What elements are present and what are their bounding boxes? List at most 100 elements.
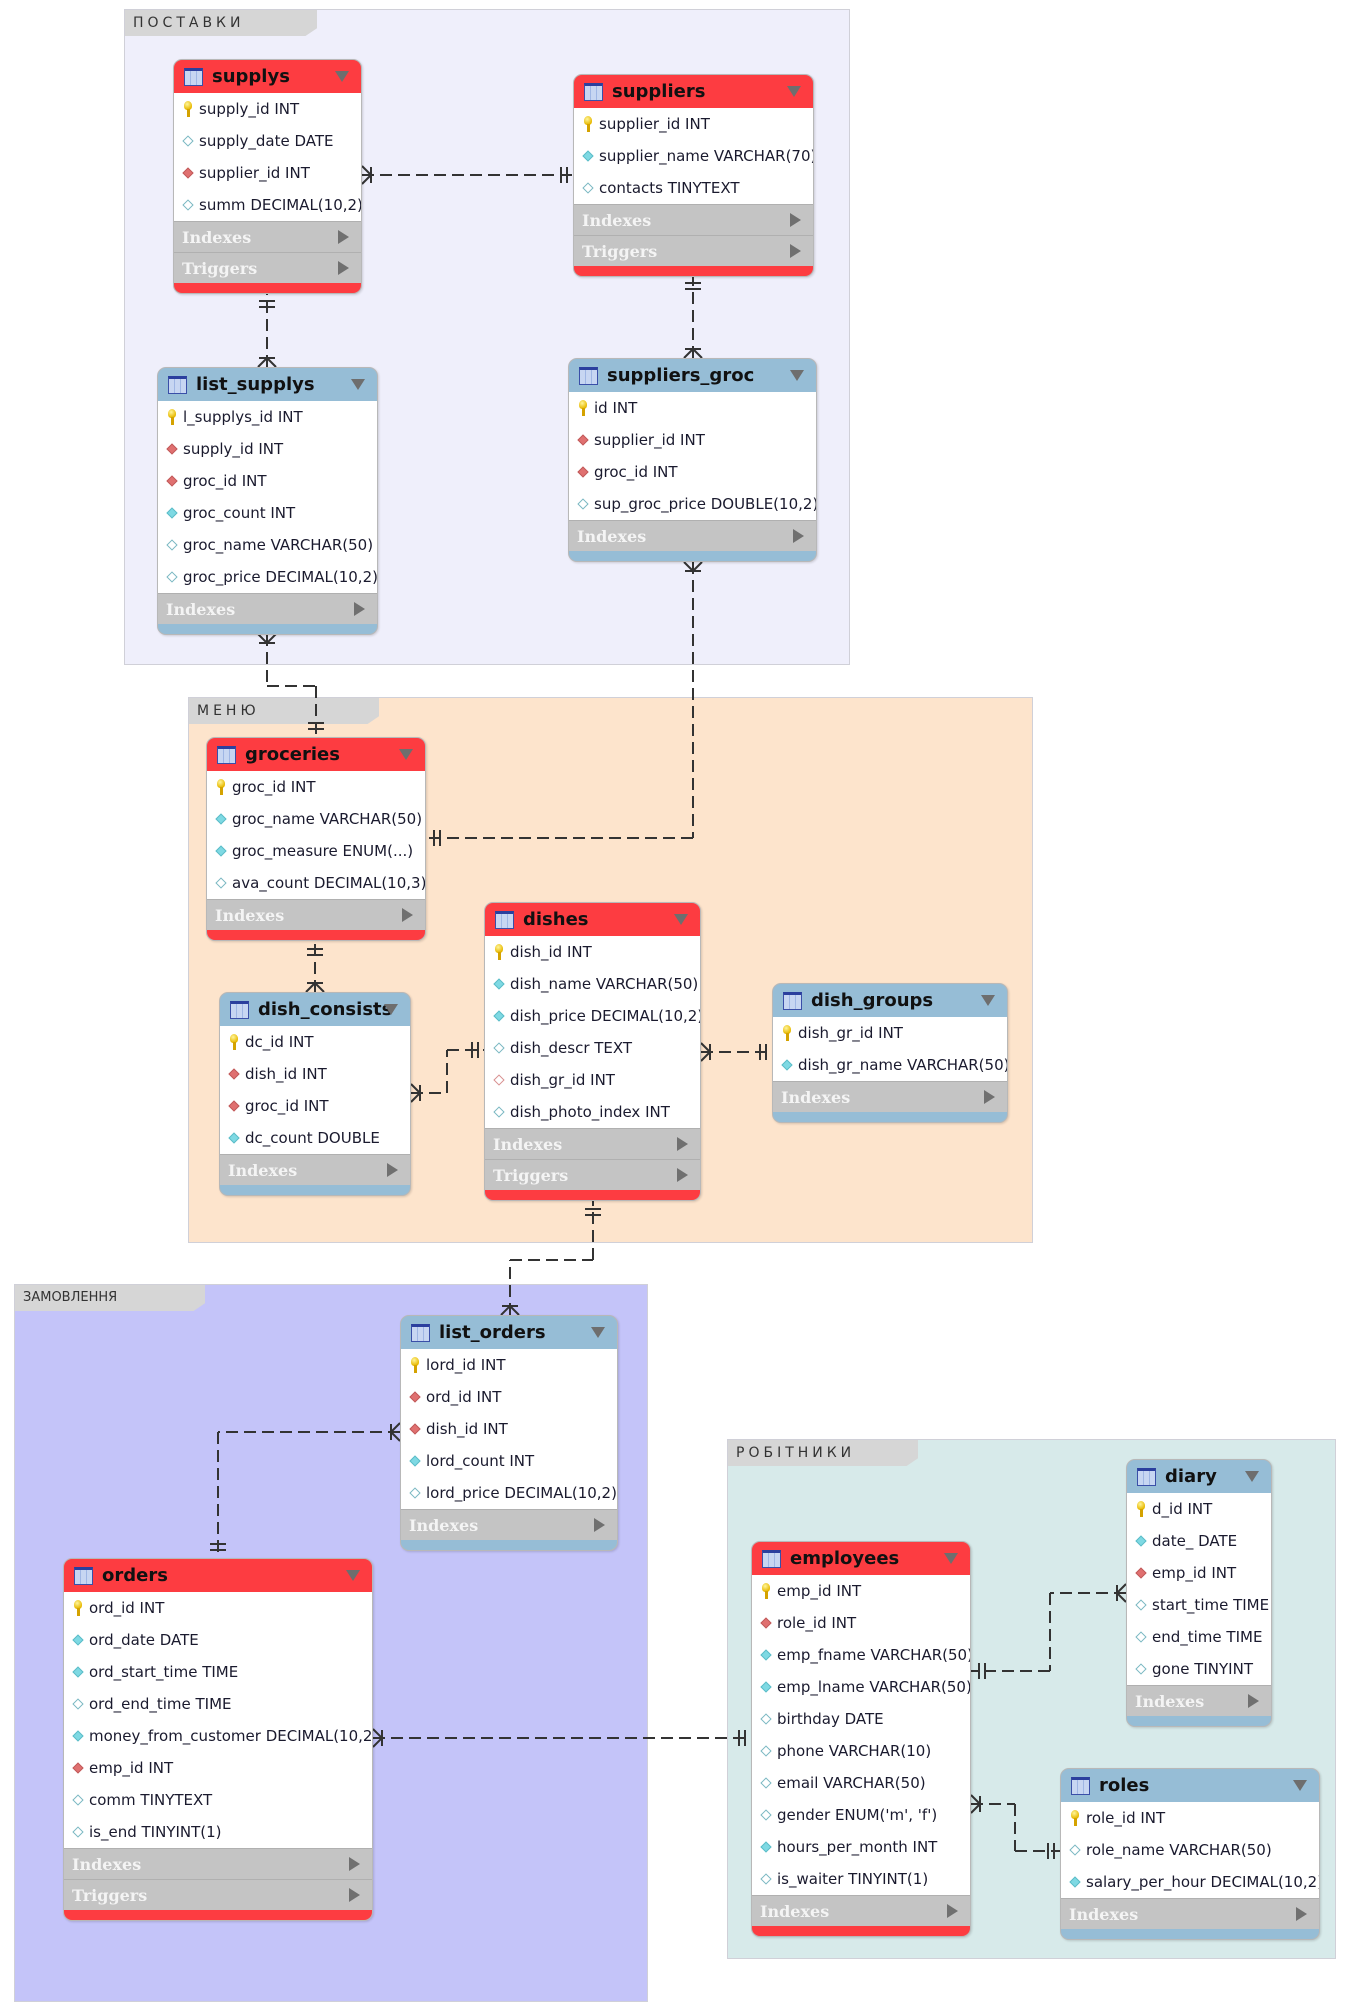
column-row[interactable]: dish_id INT xyxy=(485,936,700,968)
relationship-list-orders-to-dishes[interactable] xyxy=(500,1201,601,1316)
collapse-toggle-icon[interactable] xyxy=(1245,1471,1259,1482)
indexes-section[interactable]: Indexes xyxy=(569,520,816,551)
collapse-toggle-icon[interactable] xyxy=(399,749,413,760)
expand-arrow-icon[interactable] xyxy=(677,1168,688,1182)
expand-arrow-icon[interactable] xyxy=(947,1904,958,1918)
collapse-toggle-icon[interactable] xyxy=(346,1570,360,1581)
column-row[interactable]: dish_id INT xyxy=(220,1058,410,1090)
column-row[interactable]: money_from_customer DECIMAL(10,2) xyxy=(64,1720,372,1752)
entity-header[interactable]: suppliers_groc xyxy=(569,359,816,392)
entity-list-supplys[interactable]: list_supplys l_supplys_id INT supply_id IN… xyxy=(157,367,378,635)
column-row[interactable]: dish_photo_index INT xyxy=(485,1096,700,1128)
indexes-section[interactable]: Indexes xyxy=(207,899,425,930)
entity-employees[interactable]: employees emp_id INT role_id INT emp_fname … xyxy=(751,1541,971,1937)
expand-arrow-icon[interactable] xyxy=(387,1163,398,1177)
column-row[interactable]: end_time TIME xyxy=(1127,1621,1271,1653)
column-row[interactable]: id INT xyxy=(569,392,816,424)
indexes-section[interactable]: Indexes xyxy=(574,204,813,235)
expand-arrow-icon[interactable] xyxy=(1248,1694,1259,1708)
column-row[interactable]: lord_id INT xyxy=(401,1349,617,1381)
column-row[interactable]: dish_descr TEXT xyxy=(485,1032,700,1064)
column-row[interactable]: groc_id INT xyxy=(220,1090,410,1122)
column-row[interactable]: lord_price DECIMAL(10,2) xyxy=(401,1477,617,1509)
column-row[interactable]: emp_id INT xyxy=(752,1575,970,1607)
relationship-diary-to-employees[interactable] xyxy=(971,1583,1127,1679)
column-row[interactable]: hours_per_month INT xyxy=(752,1831,970,1863)
column-row[interactable]: ord_id INT xyxy=(64,1592,372,1624)
column-row[interactable]: groc_count INT xyxy=(158,497,377,529)
indexes-section[interactable]: Indexes xyxy=(158,593,377,624)
expand-arrow-icon[interactable] xyxy=(1296,1907,1307,1921)
relationship-list-orders-to-orders[interactable] xyxy=(210,1422,401,1558)
column-row[interactable]: supply_date DATE xyxy=(174,125,361,157)
column-row[interactable]: supplier_id INT xyxy=(569,424,816,456)
indexes-section[interactable]: Indexes xyxy=(1061,1898,1319,1929)
expand-arrow-icon[interactable] xyxy=(402,908,413,922)
column-row[interactable]: start_time TIME xyxy=(1127,1589,1271,1621)
entity-header[interactable]: employees xyxy=(752,1542,970,1575)
entity-header[interactable]: dish_consists xyxy=(220,993,410,1026)
column-row[interactable]: phone VARCHAR(10) xyxy=(752,1735,970,1767)
column-row[interactable]: ava_count DECIMAL(10,3) xyxy=(207,867,425,899)
column-row[interactable]: groc_name VARCHAR(50) xyxy=(207,803,425,835)
collapse-toggle-icon[interactable] xyxy=(335,71,349,82)
expand-arrow-icon[interactable] xyxy=(594,1518,605,1532)
expand-arrow-icon[interactable] xyxy=(354,602,365,616)
column-row[interactable]: groc_id INT xyxy=(207,771,425,803)
column-row[interactable]: emp_lname VARCHAR(50) xyxy=(752,1671,970,1703)
column-row[interactable]: supplier_id INT xyxy=(174,157,361,189)
entity-header[interactable]: dish_groups xyxy=(773,984,1007,1017)
collapse-toggle-icon[interactable] xyxy=(944,1553,958,1564)
expand-arrow-icon[interactable] xyxy=(349,1857,360,1871)
indexes-section[interactable]: Indexes xyxy=(485,1128,700,1159)
relationship-suppliers-groc-to-groceries[interactable] xyxy=(426,561,703,846)
relationship-list-supplys-to-supplys[interactable] xyxy=(257,293,277,368)
triggers-section[interactable]: Triggers xyxy=(64,1879,372,1910)
column-row[interactable]: dish_gr_id INT xyxy=(773,1017,1007,1049)
column-row[interactable]: dish_gr_name VARCHAR(50) xyxy=(773,1049,1007,1081)
column-row[interactable]: gone TINYINT xyxy=(1127,1653,1271,1685)
entity-header[interactable]: orders xyxy=(64,1559,372,1592)
triggers-section[interactable]: Triggers xyxy=(174,252,361,283)
expand-arrow-icon[interactable] xyxy=(338,261,349,275)
collapse-toggle-icon[interactable] xyxy=(981,995,995,1006)
entity-diary[interactable]: diary d_id INT date_ DATE emp_id INT start_t… xyxy=(1126,1459,1272,1727)
column-row[interactable]: role_name VARCHAR(50) xyxy=(1061,1834,1319,1866)
column-row[interactable]: dish_price DECIMAL(10,2) xyxy=(485,1000,700,1032)
entity-supplys[interactable]: supplys supply_id INT supply_date DATE supp… xyxy=(173,59,362,294)
expand-arrow-icon[interactable] xyxy=(984,1090,995,1104)
column-row[interactable]: supplier_name VARCHAR(70) xyxy=(574,140,813,172)
column-row[interactable]: role_id INT xyxy=(1061,1802,1319,1834)
column-row[interactable]: dish_name VARCHAR(50) xyxy=(485,968,700,1000)
collapse-toggle-icon[interactable] xyxy=(1293,1780,1307,1791)
entity-header[interactable]: groceries xyxy=(207,738,425,771)
indexes-section[interactable]: Indexes xyxy=(174,221,361,252)
column-row[interactable]: supplier_id INT xyxy=(574,108,813,140)
indexes-section[interactable]: Indexes xyxy=(64,1848,372,1879)
column-row[interactable]: dish_gr_id INT xyxy=(485,1064,700,1096)
column-row[interactable]: emp_id INT xyxy=(64,1752,372,1784)
indexes-section[interactable]: Indexes xyxy=(773,1081,1007,1112)
column-row[interactable]: groc_name VARCHAR(50) xyxy=(158,529,377,561)
entity-roles[interactable]: roles role_id INT role_name VARCHAR(50) sal… xyxy=(1060,1768,1320,1940)
column-row[interactable]: groc_id INT xyxy=(158,465,377,497)
collapse-toggle-icon[interactable] xyxy=(787,86,801,97)
collapse-toggle-icon[interactable] xyxy=(674,914,688,925)
relationship-dishes-to-dish-groups[interactable] xyxy=(700,1042,772,1062)
column-row[interactable]: is_waiter TINYINT(1) xyxy=(752,1863,970,1895)
indexes-section[interactable]: Indexes xyxy=(1127,1685,1271,1716)
entity-header[interactable]: diary xyxy=(1127,1460,1271,1493)
collapse-toggle-icon[interactable] xyxy=(790,370,804,381)
expand-arrow-icon[interactable] xyxy=(338,230,349,244)
entity-header[interactable]: roles xyxy=(1061,1769,1319,1802)
entity-dish-groups[interactable]: dish_groups dish_gr_id INT dish_gr_name VA… xyxy=(772,983,1008,1123)
indexes-section[interactable]: Indexes xyxy=(220,1154,410,1185)
relationship-list-supplys-to-groceries[interactable] xyxy=(257,633,324,737)
column-row[interactable]: comm TINYTEXT xyxy=(64,1784,372,1816)
entity-suppliers-groc[interactable]: suppliers_groc id INT supplier_id INT groc_… xyxy=(568,358,817,562)
column-row[interactable]: date_ DATE xyxy=(1127,1525,1271,1557)
expand-arrow-icon[interactable] xyxy=(790,213,801,227)
column-row[interactable]: contacts TINYTEXT xyxy=(574,172,813,204)
entity-header[interactable]: list_orders xyxy=(401,1316,617,1349)
entity-groceries[interactable]: groceries groc_id INT groc_name VARCHAR(50… xyxy=(206,737,426,941)
